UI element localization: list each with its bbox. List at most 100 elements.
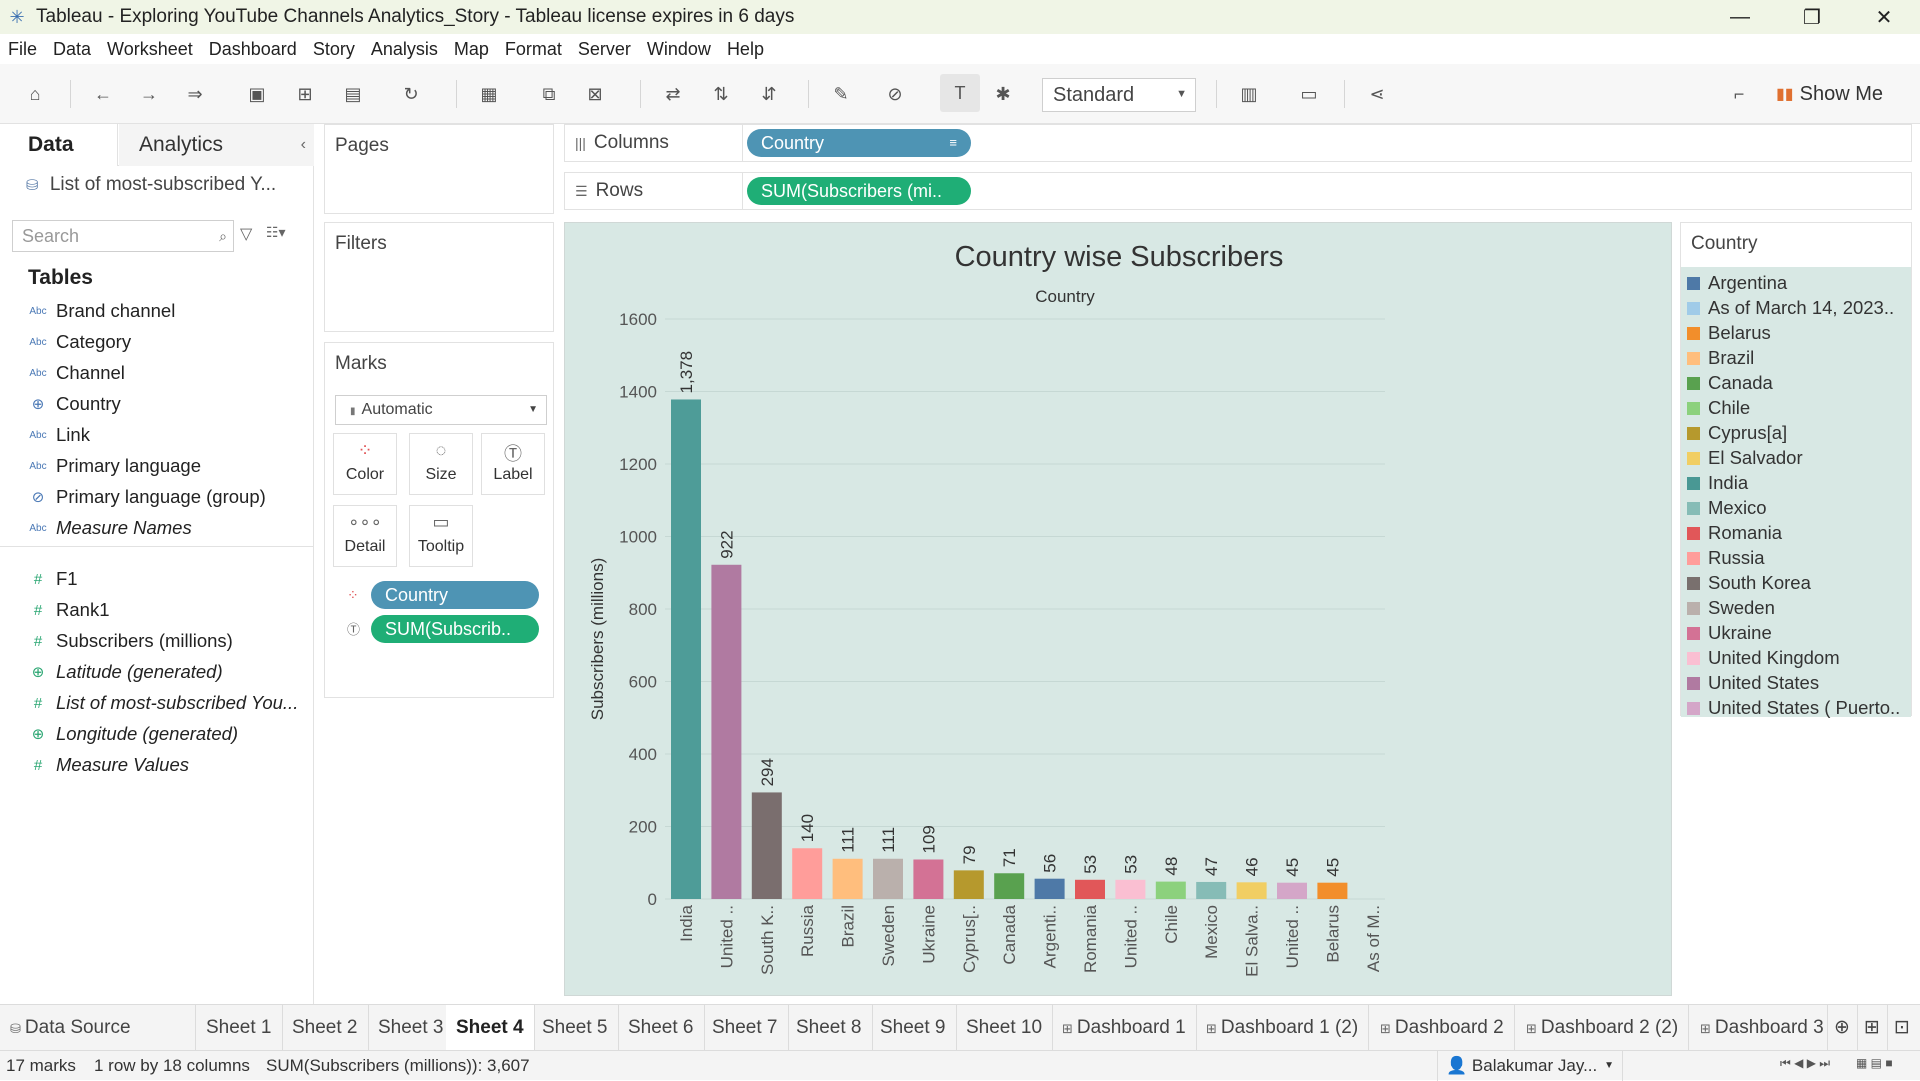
tooltip-button[interactable]: ▭ Tooltip <box>409 505 473 567</box>
home-icon[interactable]: ⌂ <box>20 80 50 108</box>
legend-item[interactable]: Argentina <box>1687 271 1911 295</box>
tab-dashboard-1[interactable]: ⊞ Dashboard 1 <box>1052 1005 1197 1051</box>
tab-dashboard-3[interactable]: ⊞ Dashboard 3 <box>1690 1005 1828 1051</box>
view-options-icon[interactable]: ☷▾ <box>266 224 286 241</box>
tab-sheet-4[interactable]: Sheet 4 <box>446 1005 535 1051</box>
menu-server[interactable]: Server <box>570 39 639 60</box>
replay-icon[interactable]: ⇒ <box>180 80 210 108</box>
tab-sheet-5[interactable]: Sheet 5 <box>532 1005 619 1051</box>
sheet-navigation-icon[interactable]: ⏮ ◀ ▶ ⏭ <box>1780 1056 1830 1071</box>
marks-pill-country[interactable]: Country <box>371 581 539 609</box>
sort-descending-icon[interactable]: ⇵ <box>754 80 784 108</box>
tab-sheet-2[interactable]: Sheet 2 <box>282 1005 369 1051</box>
field-link[interactable]: Abc Link <box>0 420 314 450</box>
tab-dashboard-2[interactable]: ⊞ Dashboard 2 <box>1370 1005 1515 1051</box>
field-search-input[interactable]: Search ⌕ <box>12 220 234 252</box>
show-mark-labels-icon[interactable]: T <box>940 74 980 112</box>
menu-map[interactable]: Map <box>446 39 497 60</box>
new-story-tab-icon[interactable]: ⊡ <box>1888 1005 1920 1051</box>
field-channel[interactable]: Abc Channel <box>0 358 314 388</box>
tab-sheet-7[interactable]: Sheet 7 <box>702 1005 789 1051</box>
new-datasource-icon[interactable]: ⊞ <box>290 80 320 108</box>
label-button[interactable]: Ⓣ Label <box>481 433 545 495</box>
legend-item[interactable]: Belarus <box>1687 321 1911 345</box>
menu-dashboard[interactable]: Dashboard <box>201 39 305 60</box>
columns-shelf[interactable]: ||| Columns Country ≡ <box>564 124 1912 162</box>
clear-sheet-icon[interactable]: ⊠ <box>580 80 610 108</box>
field-primary-language[interactable]: Abc Primary language <box>0 451 314 481</box>
legend-item[interactable]: Cyprus[a] <box>1687 421 1911 445</box>
collapse-pane-icon[interactable]: ‹ <box>301 124 306 166</box>
legend-item[interactable]: India <box>1687 471 1911 495</box>
show-filmstrip-icon[interactable]: ▦ ▤ ■ <box>1856 1056 1893 1070</box>
field-latitude[interactable]: ⊕ Latitude (generated) <box>0 657 314 687</box>
pause-updates-icon[interactable]: ▤ <box>338 80 368 108</box>
legend-item[interactable]: United Kingdom <box>1687 646 1911 670</box>
new-worksheet-icon[interactable]: ▦ <box>474 80 504 108</box>
undo-icon[interactable]: ← <box>88 80 118 108</box>
tab-dashboard-1-2[interactable]: ⊞ Dashboard 1 (2) <box>1196 1005 1370 1051</box>
tab-data-source[interactable]: ⛁ Data Source <box>0 1005 196 1051</box>
field-primary-language-group[interactable]: ⊘ Primary language (group) <box>0 482 314 512</box>
legend-item[interactable]: El Salvador <box>1687 446 1911 470</box>
format-painter-icon[interactable]: ⌐ <box>1724 80 1754 108</box>
minimize-button[interactable]: — <box>1704 0 1776 34</box>
columns-pill-country[interactable]: Country ≡ <box>747 129 971 157</box>
refresh-icon[interactable]: ↻ <box>396 80 426 108</box>
legend-item[interactable]: United States <box>1687 671 1911 695</box>
filter-fields-icon[interactable]: ▽ <box>240 224 252 244</box>
tab-dashboard-2-2[interactable]: ⊞ Dashboard 2 (2) <box>1516 1005 1690 1051</box>
field-category[interactable]: Abc Category <box>0 327 314 357</box>
size-button[interactable]: ◌ Size <box>409 433 473 495</box>
rows-pill-sum-subscribers[interactable]: SUM(Subscribers (mi.. <box>747 177 971 205</box>
field-list-count[interactable]: # List of most-subscribed You... <box>0 688 314 718</box>
legend-item[interactable]: Chile <box>1687 396 1911 420</box>
tab-sheet-8[interactable]: Sheet 8 <box>786 1005 873 1051</box>
menu-file[interactable]: File <box>0 39 45 60</box>
menu-help[interactable]: Help <box>719 39 772 60</box>
menu-analysis[interactable]: Analysis <box>363 39 446 60</box>
filters-card[interactable]: Filters <box>324 222 554 332</box>
new-dashboard-tab-icon[interactable]: ⊞ <box>1858 1005 1888 1051</box>
tab-data[interactable]: Data <box>0 124 118 166</box>
detail-button[interactable]: ∘∘∘ Detail <box>333 505 397 567</box>
mark-type-select[interactable]: ▮ Automatic ▼ <box>335 395 547 425</box>
tab-sheet-3[interactable]: Sheet 3 <box>368 1005 455 1051</box>
close-button[interactable]: ✕ <box>1848 0 1920 34</box>
field-measure-names[interactable]: Abc Measure Names <box>0 513 314 543</box>
legend-item[interactable]: United States ( Puerto.. <box>1687 696 1911 720</box>
field-rank1[interactable]: # Rank1 <box>0 595 314 625</box>
tab-sheet-1[interactable]: Sheet 1 <box>196 1005 283 1051</box>
swap-rows-columns-icon[interactable]: ⇄ <box>658 80 688 108</box>
presentation-mode-icon[interactable]: ▭ <box>1294 80 1324 108</box>
legend-item[interactable]: Canada <box>1687 371 1911 395</box>
legend-item[interactable]: Mexico <box>1687 496 1911 520</box>
fix-axes-icon[interactable]: ✱ <box>988 80 1018 108</box>
menu-format[interactable]: Format <box>497 39 570 60</box>
group-members-icon[interactable]: ⊘ <box>880 80 910 108</box>
restore-button[interactable]: ❐ <box>1776 0 1848 34</box>
legend-item[interactable]: Sweden <box>1687 596 1911 620</box>
legend-item[interactable]: Ukraine <box>1687 621 1911 645</box>
menu-story[interactable]: Story <box>305 39 363 60</box>
tab-analytics[interactable]: Analytics ‹ <box>119 124 314 166</box>
legend-item[interactable]: Brazil <box>1687 346 1911 370</box>
field-country[interactable]: ⊕ Country <box>0 389 314 419</box>
datasource-selector[interactable]: ⛁ List of most-subscribed Y... <box>26 174 276 196</box>
legend-item[interactable]: South Korea <box>1687 571 1911 595</box>
field-measure-values[interactable]: # Measure Values <box>0 750 314 780</box>
menu-data[interactable]: Data <box>45 39 99 60</box>
new-worksheet-tab-icon[interactable]: ⊕ <box>1828 1005 1858 1051</box>
field-brand-channel[interactable]: Abc Brand channel <box>0 296 314 326</box>
duplicate-sheet-icon[interactable]: ⧉ <box>534 80 564 108</box>
field-f1[interactable]: # F1 <box>0 564 314 594</box>
save-icon[interactable]: ▣ <box>242 80 272 108</box>
redo-icon[interactable]: → <box>134 80 164 108</box>
highlight-icon[interactable]: ✎ <box>826 80 856 108</box>
legend-item[interactable]: Romania <box>1687 521 1911 545</box>
menu-window[interactable]: Window <box>639 39 719 60</box>
sort-ascending-icon[interactable]: ⇅ <box>706 80 736 108</box>
legend-item[interactable]: As of March 14, 2023.. <box>1687 296 1911 320</box>
color-button[interactable]: ⁘ Color <box>333 433 397 495</box>
menu-worksheet[interactable]: Worksheet <box>99 39 201 60</box>
